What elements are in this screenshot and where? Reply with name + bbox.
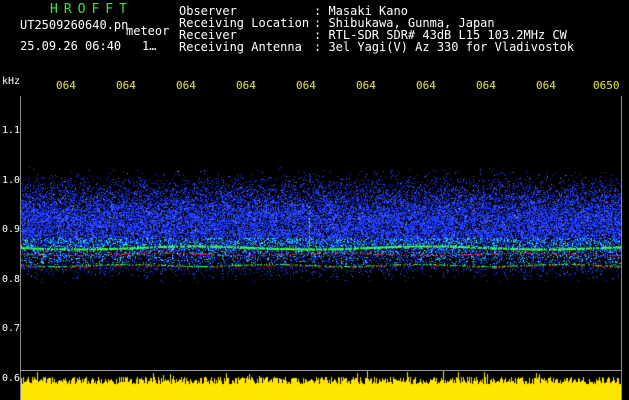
page-marker: 1… <box>142 39 157 53</box>
filename-label: UT2509260640.pn <box>20 18 129 32</box>
time-label: 064 <box>116 79 136 92</box>
frequency-unit-label: kHz <box>2 76 21 87</box>
time-label: 064 <box>176 79 196 92</box>
axis-left <box>20 96 21 400</box>
app-brand: HROFFT <box>50 2 133 17</box>
mode-label: meteor <box>126 24 170 38</box>
freq-label: 0.9 <box>2 224 21 235</box>
station-info: Observer: Masaki Kano Receiving Location… <box>179 5 574 53</box>
info-label: Receiving Antenna <box>179 40 302 54</box>
time-label: 064 <box>296 79 316 92</box>
info-row-antenna: Receiving Antenna : 3el Yagi(V) Az 330 fo… <box>179 41 574 53</box>
time-label: 064 <box>416 79 436 92</box>
time-label: 064 <box>476 79 496 92</box>
freq-label: 1.0 <box>2 175 21 186</box>
freq-label: 0.7 <box>2 323 21 334</box>
time-label: 064 <box>56 79 76 92</box>
time-label: 064 <box>536 79 556 92</box>
freq-label: 0.6 <box>2 373 21 384</box>
time-label: 064 <box>356 79 376 92</box>
floor-baseline <box>20 370 622 371</box>
info-value: : 3el Yagi(V) Az 330 for Vladivostok <box>314 40 575 54</box>
freq-label: 1.1 <box>2 125 21 136</box>
time-label: 064 <box>236 79 256 92</box>
timestamp-label: 25.09.26 06:40 <box>20 39 122 53</box>
spectrogram-canvas <box>20 96 621 400</box>
freq-label: 0.8 <box>2 274 21 285</box>
axis-right <box>621 96 622 400</box>
time-label: 0650 <box>593 79 620 92</box>
